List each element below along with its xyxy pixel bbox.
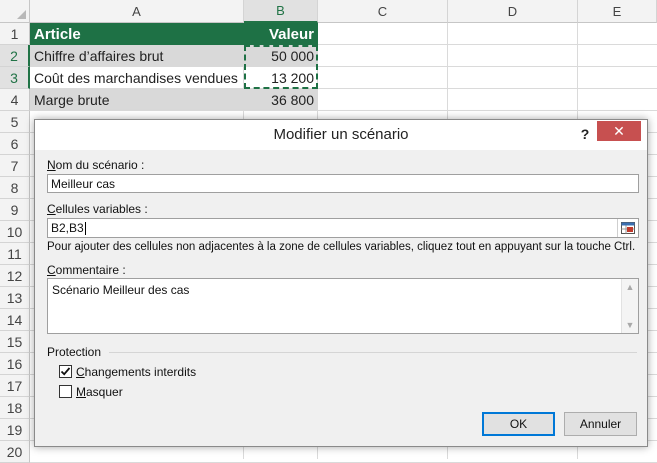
row-header-18[interactable]: 18 [0, 397, 30, 419]
row-header-8[interactable]: 8 [0, 177, 30, 199]
hide-checkbox[interactable] [59, 385, 72, 398]
range-selector-icon [621, 222, 635, 234]
row-header-7[interactable]: 7 [0, 155, 30, 177]
text-caret [84, 222, 86, 236]
collapse-dialog-button[interactable] [617, 219, 638, 237]
cell-b1[interactable]: Valeur [244, 23, 318, 45]
column-header-d[interactable]: D [448, 0, 578, 23]
scroll-up-icon[interactable]: ▲ [622, 279, 638, 295]
changing-cells-value: B2,B3 [51, 221, 84, 235]
hide-label[interactable]: Masquer [76, 385, 123, 399]
cell-b4[interactable]: 36 800 [244, 89, 318, 111]
row-header-2[interactable]: 2 [0, 45, 30, 67]
dialog-title: Modifier un scénario [273, 126, 409, 143]
row-header-15[interactable]: 15 [0, 331, 30, 353]
cell-a4[interactable]: Marge brute [30, 89, 244, 111]
prevent-changes-checkbox[interactable] [59, 365, 72, 378]
help-button[interactable]: ? [575, 123, 595, 145]
row-header-9[interactable]: 9 [0, 199, 30, 221]
column-header-c[interactable]: C [318, 0, 448, 23]
changing-cells-label: Cellules variables : [47, 202, 148, 216]
row-header-11[interactable]: 11 [0, 243, 30, 265]
cancel-button[interactable]: Annuler [564, 412, 637, 436]
row-header-12[interactable]: 12 [0, 265, 30, 287]
row-header-19[interactable]: 19 [0, 419, 30, 441]
row-header-10[interactable]: 10 [0, 221, 30, 243]
column-header-b[interactable]: B [244, 0, 318, 23]
comment-label: Commentaire : [47, 263, 126, 277]
cell-a1[interactable]: Article [30, 23, 244, 45]
non-adjacent-hint: Pour ajouter des cellules non adjacentes… [47, 241, 636, 253]
checkmark-icon [60, 367, 71, 376]
prevent-changes-label[interactable]: Changements interdits [76, 365, 196, 379]
changing-cells-input[interactable]: B2,B3 [47, 218, 639, 238]
close-icon: ✕ [613, 122, 625, 139]
comment-textarea[interactable]: Scénario Meilleur des cas ▲ ▼ [47, 278, 639, 334]
row-header-3[interactable]: 3 [0, 67, 30, 89]
comment-value: Scénario Meilleur des cas [52, 283, 190, 297]
protection-group-label: Protection [47, 345, 102, 359]
dialog-titlebar[interactable]: Modifier un scénario ? ✕ [35, 120, 647, 150]
cell-a2[interactable]: Chiffre d’affaires brut [30, 45, 244, 67]
column-header-e[interactable]: E [578, 0, 657, 23]
row-header-1[interactable]: 1 [0, 23, 30, 45]
scenario-name-input[interactable]: Meilleur cas [47, 174, 639, 193]
scenario-name-value: Meilleur cas [51, 177, 116, 191]
row-header-6[interactable]: 6 [0, 133, 30, 155]
cell-b2[interactable]: 50 000 [244, 45, 318, 67]
scroll-down-icon[interactable]: ▼ [622, 317, 638, 333]
row-header-13[interactable]: 13 [0, 287, 30, 309]
cell-a3[interactable]: Coût des marchandises vendues [30, 67, 244, 89]
protection-group-divider [109, 352, 637, 353]
row-header-17[interactable]: 17 [0, 375, 30, 397]
comment-scrollbar[interactable]: ▲ ▼ [621, 279, 638, 333]
row-header-16[interactable]: 16 [0, 353, 30, 375]
row-header-20[interactable]: 20 [0, 441, 30, 463]
row-header-5[interactable]: 5 [0, 111, 30, 133]
column-header-a[interactable]: A [30, 0, 244, 23]
scenario-name-label: Nom du scénario : [47, 158, 145, 172]
select-all-corner[interactable] [0, 0, 30, 23]
ok-button[interactable]: OK [482, 412, 555, 436]
row-header-4[interactable]: 4 [0, 89, 30, 111]
edit-scenario-dialog: Modifier un scénario ? ✕ Nom du scénario… [34, 119, 648, 447]
cell-b3[interactable]: 13 200 [244, 67, 318, 89]
close-button[interactable]: ✕ [597, 121, 641, 141]
row-header-14[interactable]: 14 [0, 309, 30, 331]
